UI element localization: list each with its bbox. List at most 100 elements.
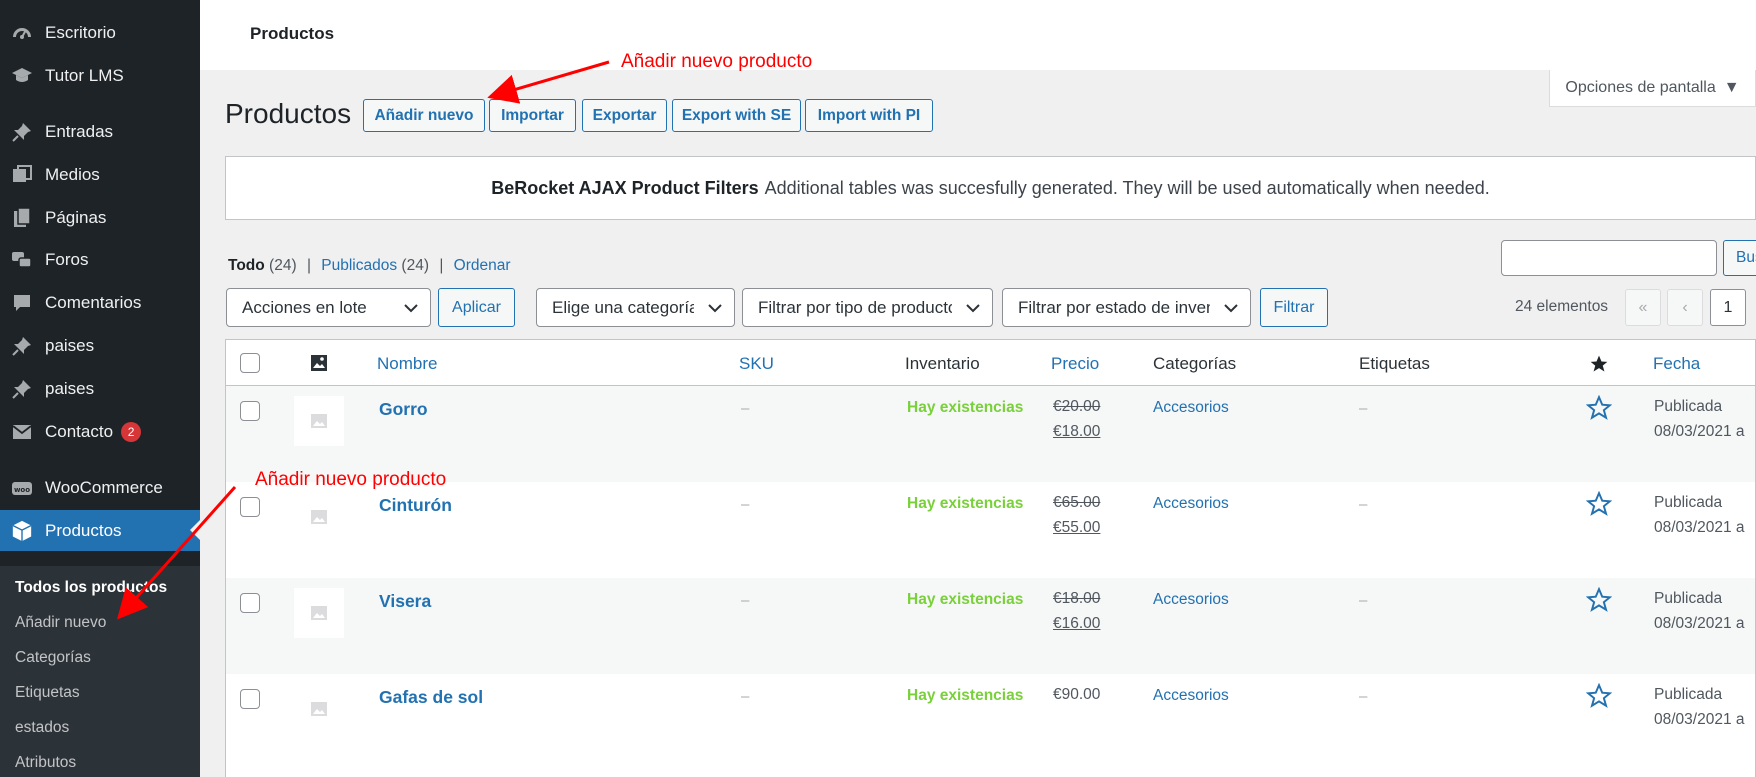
product-name-link[interactable]: Cinturón [379,495,452,516]
featured-star-icon[interactable] [1586,395,1612,421]
product-name-link[interactable]: Gorro [379,399,428,420]
sidebar-item-comentarios[interactable]: Comentarios [0,283,200,323]
category-link[interactable]: Accesorios [1153,591,1229,609]
view-published-link[interactable]: Publicados [321,257,397,274]
filter-button[interactable]: Filtrar [1260,288,1328,327]
regular-price: €20.00 [1053,398,1101,415]
prev-page-button[interactable]: ‹ [1667,289,1703,326]
sku-value: – [741,496,750,513]
stock-status: Hay existencias [907,687,1024,704]
sale-price: €16.00 [1053,615,1101,632]
sidebar-item-paginas[interactable]: Páginas [0,198,200,238]
product-name-link[interactable]: Gafas de sol [379,687,483,708]
import-with-pi-button[interactable]: Import with PI [805,99,933,132]
stock-status-filter-select[interactable]: Filtrar por estado de inventario [1002,288,1251,327]
column-categories: Categorías [1153,354,1237,373]
search-button[interactable]: Buscar productos [1723,240,1756,276]
stock-status: Hay existencias [907,495,1024,512]
pushpin-icon [11,335,33,357]
sidebar-item-medios[interactable]: Medios [0,155,200,195]
import-button[interactable]: Importar [489,99,576,132]
annotation-label-top: Añadir nuevo producto [621,51,813,72]
submenu-anadir-nuevo[interactable]: Añadir nuevo [15,614,106,632]
sidebar-item-label: Escritorio [45,23,116,42]
sidebar-item-paises-2[interactable]: paises [0,369,200,409]
items-count: 24 elementos [1515,298,1609,315]
view-sort-link[interactable]: Ordenar [454,257,511,274]
sidebar-item-tutor-lms[interactable]: Tutor LMS [0,56,200,96]
row-checkbox[interactable] [240,689,260,709]
column-inventory: Inventario [905,354,980,373]
page-header-bar: Productos [200,0,1756,70]
date-status: Publicada [1654,590,1723,607]
featured-star-icon[interactable] [1586,587,1612,613]
featured-star-icon[interactable] [1586,683,1612,709]
sidebar-item-paises-1[interactable]: paises [0,326,200,366]
sidebar-item-contacto[interactable]: Contacto 2 [0,412,200,452]
sidebar-item-label: Medios [45,165,100,184]
column-sku[interactable]: SKU [739,354,774,374]
column-price[interactable]: Precio [1051,354,1099,374]
sidebar-item-label: Contacto [45,422,114,441]
category-link[interactable]: Accesorios [1153,495,1229,513]
view-all-count: (24) [269,257,297,274]
product-thumbnail[interactable] [294,588,344,638]
column-name[interactable]: Nombre [377,354,437,374]
sidebar-item-productos[interactable]: Productos [0,510,200,551]
notice-text: Additional tables was succesfully genera… [764,177,1490,198]
stock-status: Hay existencias [907,591,1024,608]
product-thumbnail[interactable] [294,396,344,446]
featured-star-icon[interactable] [1586,491,1612,517]
add-new-button[interactable]: Añadir nuevo [363,99,485,132]
row-checkbox[interactable] [240,401,260,421]
sidebar-item-label: WooCommerce [45,478,163,497]
sidebar-item-label: paises [45,336,95,355]
column-date[interactable]: Fecha [1653,354,1700,374]
forums-icon [11,249,33,271]
submenu-categorias[interactable]: Categorías [15,649,91,667]
placeholder-image-icon [311,414,327,428]
placeholder-image-icon [311,606,327,620]
apply-button[interactable]: Aplicar [438,288,515,327]
graduation-cap-icon [11,65,33,87]
export-with-se-button[interactable]: Export with SE [672,99,801,132]
date-status: Publicada [1654,494,1723,511]
sidebar-item-entradas[interactable]: Entradas [0,112,200,152]
product-type-filter-select[interactable]: Filtrar por tipo de producto [742,288,993,327]
chevron-down-icon [404,304,418,313]
sidebar-item-label: Comentarios [45,293,142,312]
screen-options-button[interactable]: Opciones de pantalla ▼ [1549,70,1756,107]
sidebar-item-escritorio[interactable]: Escritorio [0,13,200,53]
sidebar-item-woocommerce[interactable]: woo WooCommerce [0,468,200,508]
table-header: Nombre SKU Inventario Precio Categorías … [226,340,1755,386]
search-input[interactable] [1501,240,1717,276]
view-all-link[interactable]: Todo [228,257,265,274]
view-separator: | [439,257,444,274]
product-name-link[interactable]: Visera [379,591,431,612]
row-checkbox[interactable] [240,497,260,517]
export-button[interactable]: Exportar [582,99,667,132]
category-link[interactable]: Accesorios [1153,687,1229,705]
column-tags: Etiquetas [1359,354,1430,373]
regular-price: €65.00 [1053,494,1101,511]
category-filter-select[interactable]: Elige una categoría [536,288,735,327]
bulk-actions-select[interactable]: Acciones en lote [226,288,431,327]
product-thumbnail[interactable] [294,684,344,734]
submenu-todos-los-productos[interactable]: Todos los productos [15,579,167,597]
svg-text:woo: woo [14,486,30,494]
submenu-estados[interactable]: estados [15,719,69,737]
submenu-etiquetas[interactable]: Etiquetas [15,684,80,702]
select-all-checkbox[interactable] [240,353,260,373]
mail-icon [11,421,33,443]
pushpin-icon [11,121,33,143]
date-cell: Publicada 08/03/2021 a [1654,394,1745,444]
header-title: Productos [250,24,335,43]
first-page-button[interactable]: « [1625,289,1661,326]
current-page-input[interactable]: 1 [1710,289,1746,326]
sidebar-item-foros[interactable]: Foros [0,240,200,280]
product-thumbnail[interactable] [294,492,344,542]
category-link[interactable]: Accesorios [1153,399,1229,417]
tags-value: – [1359,592,1368,609]
submenu-atributos[interactable]: Atributos [15,754,76,772]
row-checkbox[interactable] [240,593,260,613]
